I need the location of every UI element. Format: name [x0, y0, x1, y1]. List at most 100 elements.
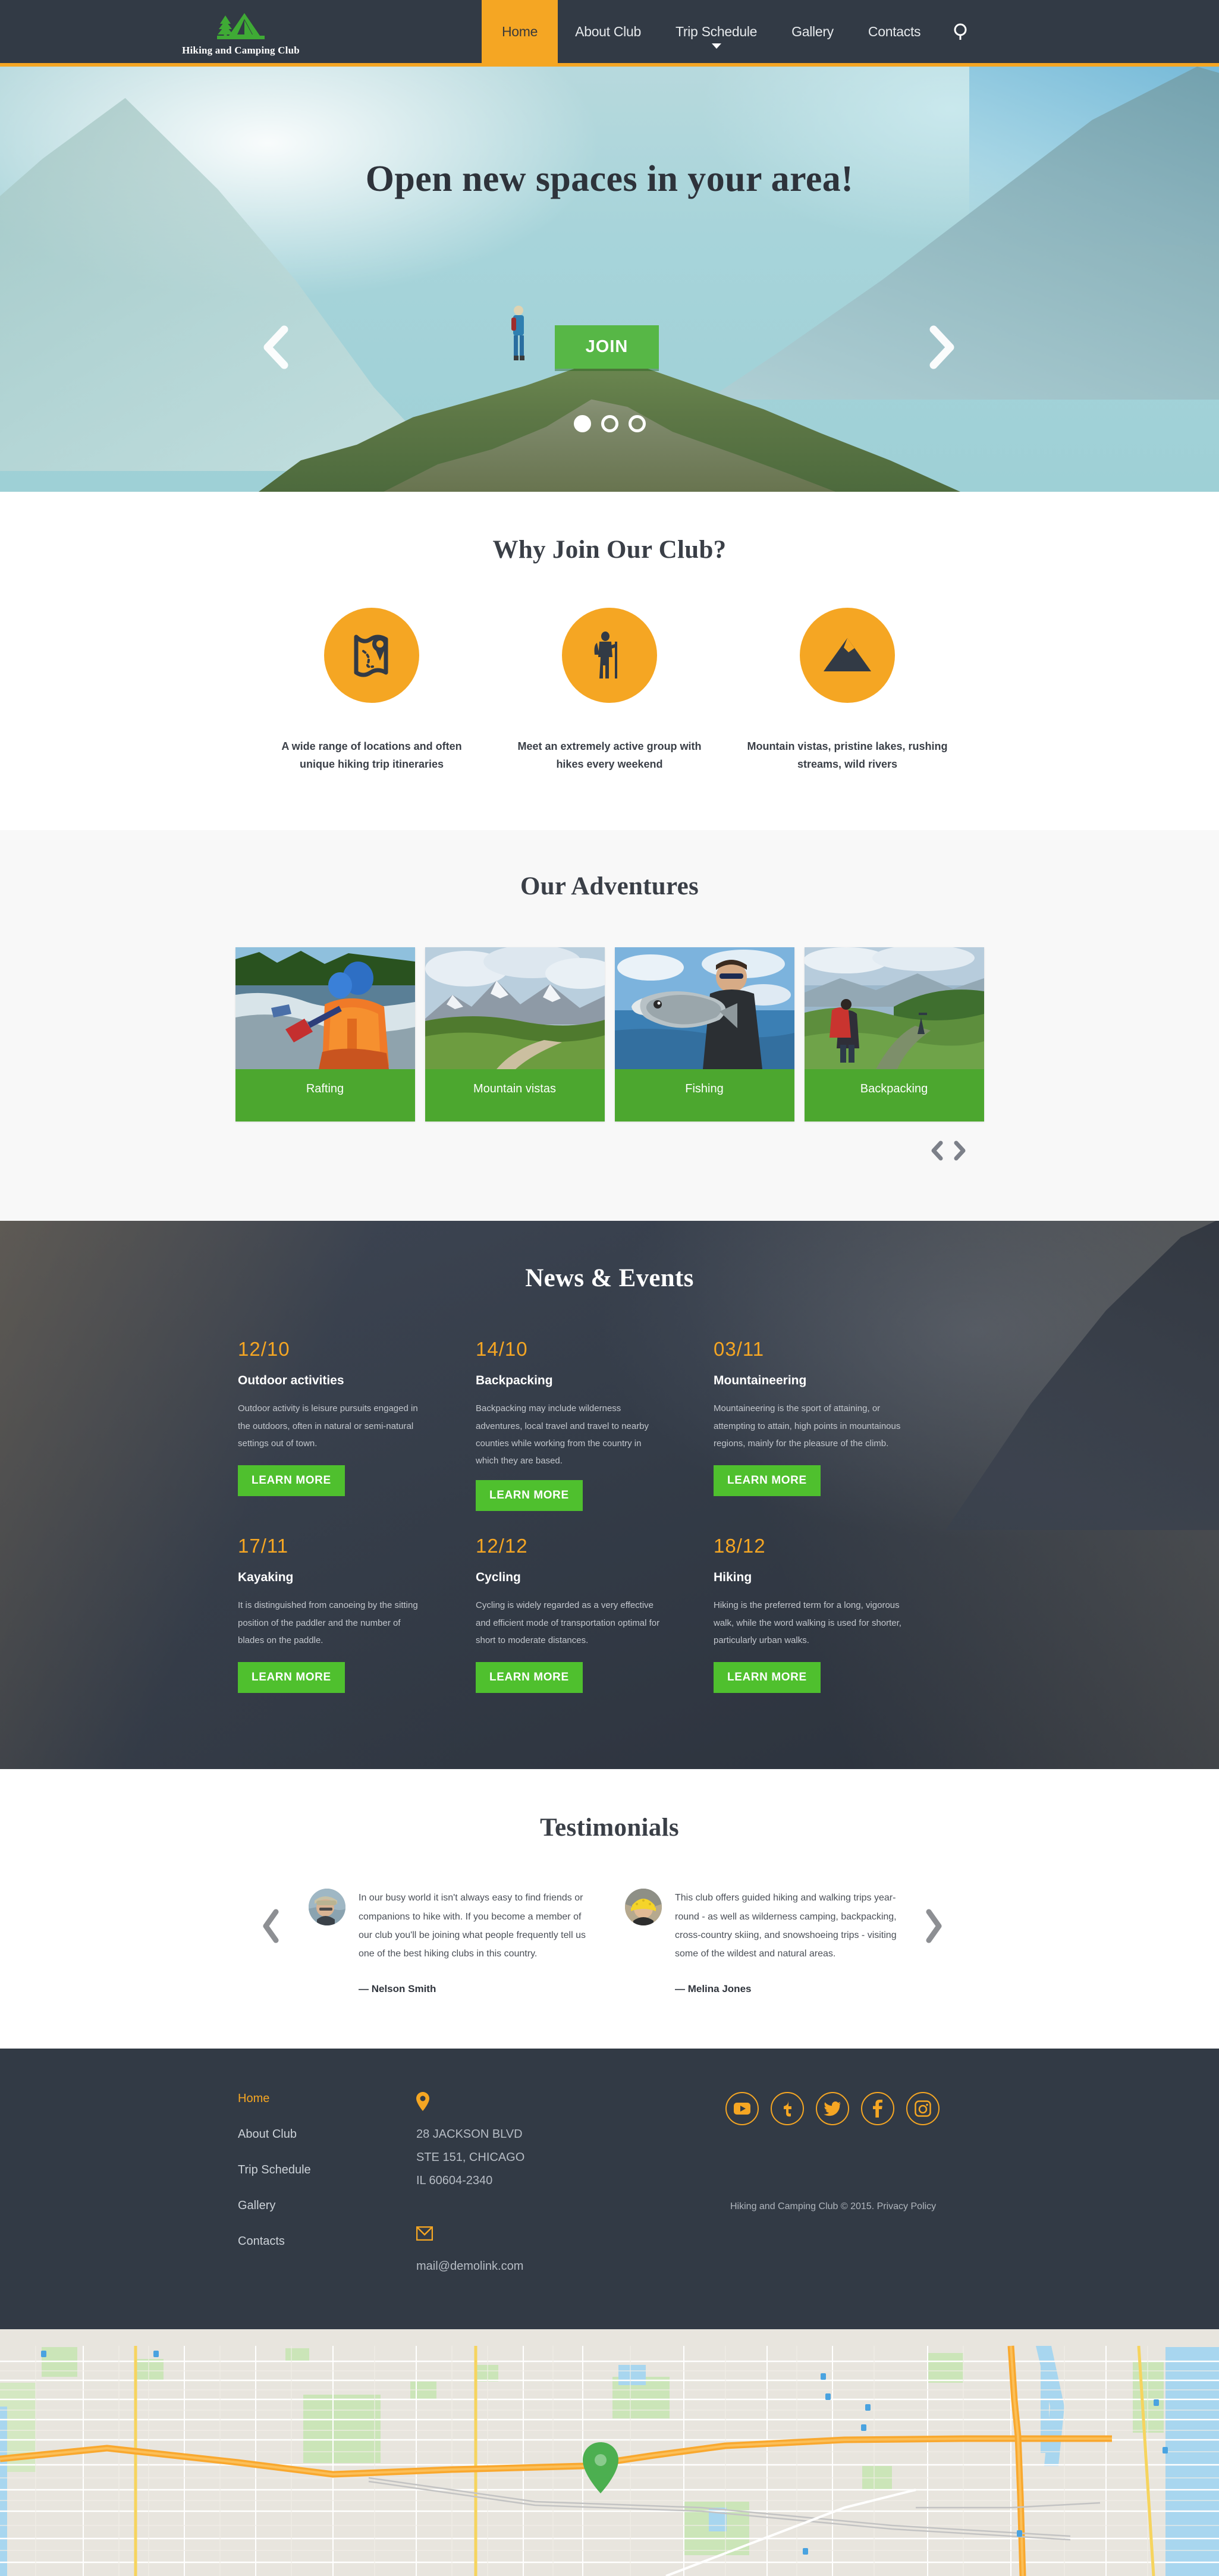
tumblr-icon[interactable]: [771, 2092, 804, 2126]
news-body: Backpacking may include wilderness adven…: [476, 1403, 649, 1466]
chevron-left-icon: [931, 1141, 943, 1161]
footer-nav: Home About Club Trip Schedule Gallery Co…: [238, 2092, 416, 2278]
feature-icon-circle: [800, 608, 895, 703]
chevron-left-icon: [263, 325, 288, 369]
adventure-card[interactable]: Rafting: [235, 947, 415, 1122]
nav-label: About Club: [575, 23, 641, 39]
location-pin-icon: [416, 2092, 672, 2119]
feature-active-group: Meet an extremely active group with hike…: [491, 608, 728, 773]
nav-item-gallery[interactable]: Gallery: [774, 0, 851, 63]
hero-dot-2[interactable]: [601, 415, 618, 432]
footer-link-home[interactable]: Home: [238, 2092, 416, 2106]
hero-prev-button[interactable]: [259, 323, 293, 371]
nav-item-contacts[interactable]: Contacts: [851, 0, 938, 63]
feature-icon-circle: [324, 608, 419, 703]
feature-locations: A wide range of locations and often uniq…: [253, 608, 491, 773]
learn-more-button[interactable]: LEARN MORE: [714, 1662, 821, 1694]
learn-more-button[interactable]: LEARN MORE: [714, 1465, 821, 1497]
avatar-melina-jones: [625, 1889, 662, 1926]
nav-item-home[interactable]: Home: [482, 0, 558, 63]
learn-more-button[interactable]: LEARN MORE: [238, 1662, 345, 1694]
footer-link-about-club[interactable]: About Club: [238, 2128, 416, 2141]
join-button[interactable]: JOIN: [555, 325, 659, 369]
testimonials-next-button[interactable]: [925, 1909, 942, 1946]
map-pin-icon: [354, 634, 388, 677]
rafting-photo: [235, 947, 415, 1070]
adventure-card[interactable]: Fishing: [614, 947, 794, 1122]
learn-more-button[interactable]: LEARN MORE: [476, 1480, 583, 1512]
hero-next-button[interactable]: [925, 323, 959, 371]
page-root: Hiking and Camping Club Home About Club …: [0, 0, 1219, 2576]
nav-label: Trip Schedule: [675, 23, 758, 39]
feature-text: Mountain vistas, pristine lakes, rushing…: [747, 740, 948, 770]
hero-dot-3[interactable]: [628, 415, 646, 432]
news-events-section: News & Events 12/10 Outdoor activities O…: [0, 1221, 1219, 1770]
twitter-icon[interactable]: [816, 2092, 849, 2126]
nav-item-trip-schedule[interactable]: Trip Schedule: [658, 0, 774, 63]
adventure-card[interactable]: Mountain vistas: [425, 947, 605, 1122]
news-heading: Mountaineering: [714, 1374, 807, 1388]
social-links: [725, 2092, 940, 2126]
news-item: 14/10 Backpacking Backpacking may includ…: [476, 1338, 714, 1512]
news-date: 12/12: [476, 1535, 528, 1557]
adventure-card[interactable]: Backpacking: [804, 947, 984, 1122]
footer-contact: 28 JACKSON BLVD STE 151, CHICAGO IL 6060…: [416, 2092, 672, 2278]
why-join-title: Why Join Our Club?: [492, 536, 727, 564]
testimonial-quote: In our busy world it isn't always easy t…: [359, 1893, 586, 1959]
avatar-nelson-smith: [309, 1889, 345, 1926]
address-line-3: IL 60604-2340: [416, 2174, 493, 2188]
hero-dot-1[interactable]: [573, 415, 591, 432]
footer-link-contacts[interactable]: Contacts: [238, 2235, 416, 2248]
testimonial-author: — Melina Jones: [675, 1983, 752, 1995]
adventures-grid: Rafting Mountain vistas Fishing Backpack…: [235, 947, 984, 1122]
search-button[interactable]: [938, 0, 985, 63]
backpacking-photo: [804, 947, 984, 1070]
footer-link-trip-schedule[interactable]: Trip Schedule: [238, 2163, 416, 2177]
adventure-label[interactable]: Mountain vistas: [425, 1069, 605, 1122]
news-item: 03/11 Mountaineering Mountaineering is t…: [714, 1338, 951, 1511]
news-body: Cycling is widely regarded as a very eff…: [476, 1600, 660, 1645]
testimonial-quote: This club offers guided hiking and walki…: [675, 1893, 897, 1959]
instagram-icon[interactable]: [906, 2092, 940, 2126]
hero-carousel: Open new spaces in your area! JOIN: [0, 67, 1219, 492]
site-header: Hiking and Camping Club Home About Club …: [0, 0, 1219, 67]
footer-email-link[interactable]: mail@demolink.com: [416, 2260, 523, 2273]
chevron-right-icon: [929, 325, 954, 369]
adventures-next-button[interactable]: [953, 1141, 966, 1164]
site-footer: Home About Club Trip Schedule Gallery Co…: [0, 2049, 1219, 2330]
address-line-1: 28 JACKSON BLVD: [416, 2128, 523, 2141]
youtube-icon[interactable]: [725, 2092, 759, 2126]
news-heading: Outdoor activities: [238, 1374, 344, 1388]
nav-item-about-club[interactable]: About Club: [558, 0, 658, 63]
news-body: Hiking is the preferred term for a long,…: [714, 1600, 901, 1645]
hero-title: Open new spaces in your area!: [365, 159, 854, 199]
adventure-label[interactable]: Backpacking: [804, 1069, 984, 1122]
footer-link-gallery[interactable]: Gallery: [238, 2199, 416, 2213]
fishing-photo: [614, 947, 794, 1070]
news-date: 14/10: [476, 1338, 528, 1361]
feature-text: A wide range of locations and often uniq…: [281, 740, 462, 770]
mountain-icon: [824, 638, 871, 671]
brand[interactable]: Hiking and Camping Club: [0, 0, 482, 63]
adventure-label[interactable]: Rafting: [235, 1069, 415, 1122]
adventures-section: Our Adventures Rafting Mountain vistas F…: [0, 830, 1219, 1221]
testimonial: In our busy world it isn't always easy t…: [309, 1889, 594, 1995]
testimonial: This club offers guided hiking and walki…: [625, 1889, 910, 1995]
hiker-figure: [511, 306, 524, 360]
testimonials-prev-button[interactable]: [262, 1909, 279, 1946]
feature-mountain-vistas: Mountain vistas, pristine lakes, rushing…: [728, 608, 966, 773]
adventures-prev-button[interactable]: [931, 1141, 944, 1164]
chevron-right-icon: [954, 1141, 966, 1161]
nav-label: Gallery: [791, 23, 834, 39]
tent-tree-icon: [217, 12, 265, 39]
main-nav: Home About Club Trip Schedule Gallery Co…: [482, 0, 985, 63]
learn-more-button[interactable]: LEARN MORE: [476, 1662, 583, 1694]
copyright: Hiking and Camping Club © 2015. Privacy …: [730, 2201, 937, 2212]
news-heading: Cycling: [476, 1570, 521, 1585]
brand-name: Hiking and Camping Club: [182, 44, 300, 56]
facebook-icon[interactable]: [861, 2092, 894, 2126]
learn-more-button[interactable]: LEARN MORE: [238, 1465, 345, 1497]
contact-map[interactable]: Oak ParkForest ParkSouth BlvdW Lake StW …: [0, 2329, 1219, 2576]
news-date: 18/12: [714, 1535, 766, 1557]
adventure-label[interactable]: Fishing: [614, 1069, 794, 1122]
